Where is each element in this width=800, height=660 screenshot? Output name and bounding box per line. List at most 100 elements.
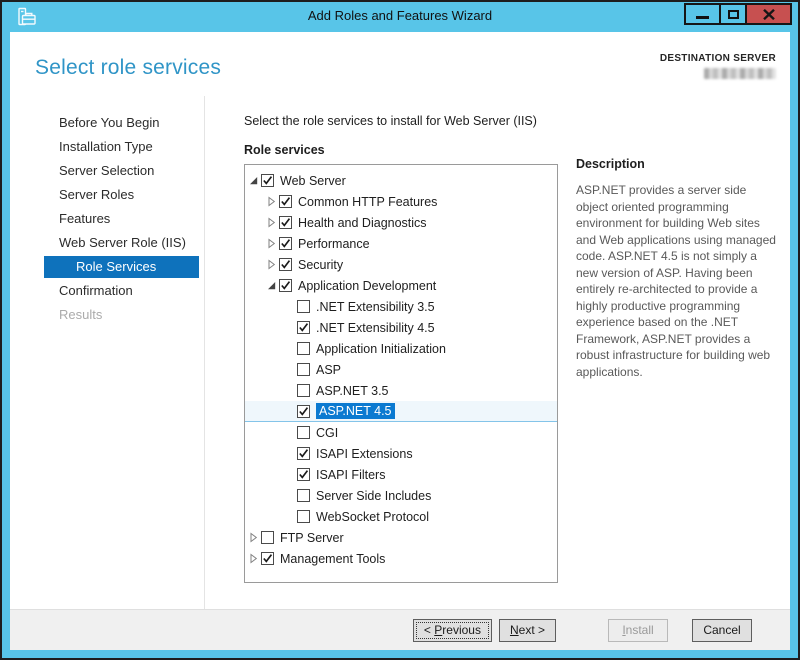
tree-item-label: ASP [316, 363, 341, 377]
footer-bar: < PreviousNext >InstallCancel [10, 609, 790, 650]
checkbox-application-development[interactable] [279, 279, 292, 292]
wizard-client-area: Select role services DESTINATION SERVER … [10, 32, 790, 650]
checkbox-asp-net-3-5[interactable] [297, 384, 310, 397]
tree-row-cgi[interactable]: CGI [245, 422, 557, 443]
checkbox-isapi-filters[interactable] [297, 468, 310, 481]
checkbox-net-extensibility-4-5[interactable] [297, 321, 310, 334]
minimize-button[interactable] [684, 3, 721, 25]
sidebar-item-before-you-begin[interactable]: Before You Begin [10, 112, 204, 134]
window-title: Add Roles and Features Wizard [2, 8, 798, 23]
tree-row-asp-net-3-5[interactable]: ASP.NET 3.5 [245, 380, 557, 401]
checkbox-server-side-includes[interactable] [297, 489, 310, 502]
expand-icon[interactable] [266, 196, 279, 207]
expand-icon[interactable] [266, 217, 279, 228]
tree-row-performance[interactable]: Performance [245, 233, 557, 254]
tree-item-label: ISAPI Filters [316, 468, 385, 482]
sidebar-item-installation-type[interactable]: Installation Type [10, 136, 204, 158]
tree-row-web-server[interactable]: Web Server [245, 170, 557, 191]
expand-icon[interactable] [248, 532, 261, 543]
tree-row-ftp-server[interactable]: FTP Server [245, 527, 557, 548]
tree-item-label: Performance [298, 237, 370, 251]
tree-item-label: Management Tools [280, 552, 385, 566]
checkbox-performance[interactable] [279, 237, 292, 250]
tree-row-common-http-features[interactable]: Common HTTP Features [245, 191, 557, 212]
tree-indent [284, 469, 297, 480]
tree-item-label: Common HTTP Features [298, 195, 437, 209]
tree-row-application-development[interactable]: Application Development [245, 275, 557, 296]
checkbox-web-server[interactable] [261, 174, 274, 187]
maximize-button[interactable] [719, 3, 747, 25]
tree-row-management-tools[interactable]: Management Tools [245, 548, 557, 569]
expand-icon[interactable] [266, 259, 279, 270]
tree-item-label: CGI [316, 426, 338, 440]
description-text: ASP.NET provides a server side object or… [576, 182, 778, 380]
main-panel: Select the role services to install for … [205, 96, 790, 609]
tree-item-label: FTP Server [280, 531, 344, 545]
destination-server-label: DESTINATION SERVER [660, 53, 776, 64]
tree-indent [284, 406, 297, 417]
tree-row-isapi-extensions[interactable]: ISAPI Extensions [245, 443, 557, 464]
tree-row-server-side-includes[interactable]: Server Side Includes [245, 485, 557, 506]
tree-row-isapi-filters[interactable]: ISAPI Filters [245, 464, 557, 485]
tree-row-websocket-protocol[interactable]: WebSocket Protocol [245, 506, 557, 527]
sidebar-item-server-selection[interactable]: Server Selection [10, 160, 204, 182]
tree-item-label: .NET Extensibility 4.5 [316, 321, 435, 335]
checkbox-asp-net-4-5[interactable] [297, 405, 310, 418]
tree-indent [284, 385, 297, 396]
checkbox-application-initialization[interactable] [297, 342, 310, 355]
description-panel: Description ASP.NET provides a server si… [576, 128, 778, 583]
checkbox-net-extensibility-3-5[interactable] [297, 300, 310, 313]
tree-row-net-extensibility-4-5[interactable]: .NET Extensibility 4.5 [245, 317, 557, 338]
previous-button[interactable]: < Previous [413, 619, 492, 642]
sidebar-item-server-roles[interactable]: Server Roles [10, 184, 204, 206]
sidebar-item-web-server-role-iis[interactable]: Web Server Role (IIS) [10, 232, 204, 254]
tree-indent [284, 343, 297, 354]
tree-row-net-extensibility-3-5[interactable]: .NET Extensibility 3.5 [245, 296, 557, 317]
checkbox-management-tools[interactable] [261, 552, 274, 565]
tree-indent [284, 322, 297, 333]
tree-item-label: Application Initialization [316, 342, 446, 356]
next-button[interactable]: Next > [499, 619, 556, 642]
checkbox-asp[interactable] [297, 363, 310, 376]
checkbox-cgi[interactable] [297, 426, 310, 439]
tree-item-label: Web Server [280, 174, 346, 188]
collapse-icon[interactable] [266, 280, 279, 291]
checkbox-isapi-extensions[interactable] [297, 447, 310, 460]
tree-item-label: WebSocket Protocol [316, 510, 429, 524]
close-icon [763, 9, 775, 20]
destination-server-name-obscured [704, 68, 776, 79]
tree-item-label: Application Development [298, 279, 436, 293]
sidebar-item-results: Results [10, 304, 204, 326]
tree-item-label: ASP.NET 4.5 [316, 403, 395, 419]
cancel-button[interactable]: Cancel [692, 619, 752, 642]
expand-icon[interactable] [266, 238, 279, 249]
checkbox-common-http-features[interactable] [279, 195, 292, 208]
title-bar[interactable]: Add Roles and Features Wizard [2, 2, 798, 32]
tree-indent [284, 511, 297, 522]
tree-indent [284, 364, 297, 375]
tree-indent [284, 490, 297, 501]
tree-item-label: Health and Diagnostics [298, 216, 427, 230]
tree-indent [284, 427, 297, 438]
tree-indent [284, 448, 297, 459]
tree-item-label: ASP.NET 3.5 [316, 384, 389, 398]
sidebar-item-confirmation[interactable]: Confirmation [10, 280, 204, 302]
sidebar-item-role-services[interactable]: Role Services [44, 256, 199, 278]
checkbox-ftp-server[interactable] [261, 531, 274, 544]
tree-item-label: ISAPI Extensions [316, 447, 413, 461]
tree-row-asp[interactable]: ASP [245, 359, 557, 380]
close-button[interactable] [745, 3, 792, 25]
minimize-icon [696, 16, 709, 19]
checkbox-health-and-diagnostics[interactable] [279, 216, 292, 229]
tree-row-security[interactable]: Security [245, 254, 557, 275]
tree-item-label: Security [298, 258, 343, 272]
collapse-icon[interactable] [248, 175, 261, 186]
expand-icon[interactable] [248, 553, 261, 564]
tree-row-asp-net-4-5[interactable]: ASP.NET 4.5 [245, 401, 557, 422]
checkbox-security[interactable] [279, 258, 292, 271]
role-services-tree: Web Server Common HTTP Features Health and… [244, 164, 558, 583]
sidebar-item-features[interactable]: Features [10, 208, 204, 230]
checkbox-websocket-protocol[interactable] [297, 510, 310, 523]
tree-row-application-initialization[interactable]: Application Initialization [245, 338, 557, 359]
tree-row-health-and-diagnostics[interactable]: Health and Diagnostics [245, 212, 557, 233]
